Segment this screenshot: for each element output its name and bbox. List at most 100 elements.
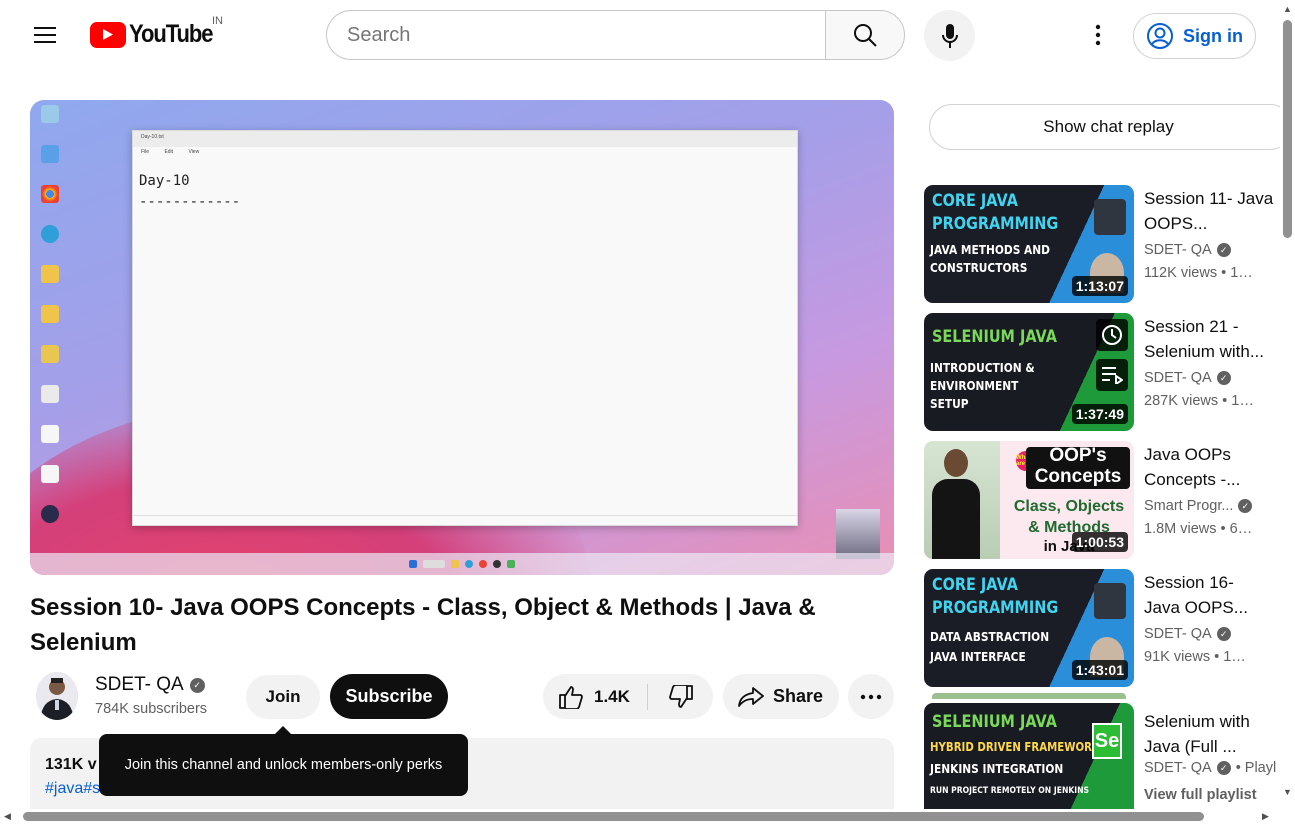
join-tooltip: Join this channel and unlock members-onl… xyxy=(99,734,468,796)
more-actions-button[interactable] xyxy=(848,674,894,719)
recycle-bin-icon xyxy=(41,105,59,123)
like-dislike-group: 1.4K xyxy=(543,674,713,719)
notepad-status-bar xyxy=(133,515,797,525)
folder-icon xyxy=(41,265,59,283)
share-button[interactable]: Share xyxy=(723,674,839,719)
recommendation-title[interactable]: Session 11- Java OOPS... xyxy=(1144,186,1274,236)
thumb-heading: CORE JAVA xyxy=(932,191,1018,211)
video-thumbnail[interactable]: What are OOP's Concepts Class, Objects &… xyxy=(924,441,1134,559)
recommendation-item[interactable]: What are OOP's Concepts Class, Objects &… xyxy=(924,441,1280,569)
recommendation-channel[interactable]: SDET- QA ✓ xyxy=(1144,626,1231,642)
duration-badge: 1:00:53 xyxy=(1071,532,1128,552)
thumb-subtitle: JAVA INTERFACE xyxy=(930,649,1026,664)
recommendation-item[interactable]: SELENIUM JAVA INTRODUCTION & ENVIRONMENT… xyxy=(924,313,1280,441)
view-full-playlist-link[interactable]: View full playlist xyxy=(1144,787,1257,803)
thumb-heading: CORE JAVA xyxy=(932,575,1018,595)
like-button[interactable]: 1.4K xyxy=(543,674,647,719)
playlist-stack xyxy=(932,693,1126,699)
youtube-play-icon xyxy=(90,21,126,48)
subscriber-count: 784K subscribers xyxy=(95,701,208,717)
recommendation-item[interactable]: CORE JAVA PROGRAMMING JAVA METHODS AND C… xyxy=(924,185,1280,313)
channel-avatar[interactable] xyxy=(36,672,78,720)
thumb-subtitle: CONSTRUCTORS xyxy=(930,260,1028,275)
vertical-scroll-thumb[interactable] xyxy=(1283,20,1292,238)
channel-label: SDET- QA xyxy=(1144,626,1212,642)
video-thumbnail[interactable]: CORE JAVA PROGRAMMING JAVA METHODS AND C… xyxy=(924,185,1134,303)
channel-label: SDET- QA xyxy=(1144,242,1212,258)
horizontal-scroll-thumb[interactable] xyxy=(23,812,1204,821)
scroll-left-arrow-icon[interactable]: ◀ xyxy=(4,811,11,822)
share-label: Share xyxy=(773,686,824,706)
thumb-subtitle: JENKINS INTEGRATION xyxy=(930,761,1064,776)
scroll-down-arrow-icon[interactable]: ▼ xyxy=(1283,787,1292,797)
channel-name-link[interactable]: SDET- QA ✓ xyxy=(95,674,205,696)
channel-label: SDET- QA xyxy=(1144,370,1212,386)
video-player[interactable]: Day-10.txt File Edit View Day-10 -------… xyxy=(30,100,894,575)
recommendation-meta: 112K views • 1… xyxy=(1144,265,1253,281)
account-icon xyxy=(1147,23,1173,49)
search-box xyxy=(326,10,826,60)
thumbs-down-icon xyxy=(668,684,693,708)
notepad-menu: File Edit View xyxy=(141,149,200,155)
masthead: YouTube IN Sign in xyxy=(0,0,1280,70)
duration-badge: 1:13:07 xyxy=(1071,276,1128,296)
recommendation-channel[interactable]: SDET- QA ✓ xyxy=(1144,370,1231,386)
desktop-icons xyxy=(35,105,65,545)
recommendation-channel[interactable]: SDET- QA ✓ • Playl xyxy=(1144,760,1276,776)
recommendation-item[interactable]: CORE JAVA PROGRAMMING DATA ABSTRACTION J… xyxy=(924,569,1280,697)
show-chat-replay-button[interactable]: Show chat replay xyxy=(929,104,1293,150)
country-code: IN xyxy=(212,15,223,27)
thumb-heading: OOP's xyxy=(1049,445,1107,466)
verified-badge-icon: ✓ xyxy=(1216,243,1231,257)
settings-more-button[interactable] xyxy=(1080,15,1116,55)
recommendation-channel[interactable]: Smart Progr... ✓ xyxy=(1144,498,1253,514)
thumb-heading: Concepts xyxy=(1034,466,1122,487)
recommendation-title[interactable]: Session 16- Java OOPS... xyxy=(1144,570,1274,620)
video-thumbnail[interactable]: SELENIUM JAVA HYBRID DRIVEN FRAMEWORK JE… xyxy=(924,703,1134,821)
java-logo-icon xyxy=(1094,583,1126,619)
app-icon xyxy=(493,560,501,568)
video-thumbnail[interactable]: CORE JAVA PROGRAMMING DATA ABSTRACTION J… xyxy=(924,569,1134,687)
guide-menu-button[interactable] xyxy=(22,13,68,57)
horizontal-dots-icon xyxy=(860,694,882,699)
this-pc-icon xyxy=(41,145,59,163)
document-icon xyxy=(41,425,59,443)
selenium-logo-icon: Se xyxy=(1092,723,1122,759)
thumb-heading: SELENIUM JAVA xyxy=(932,327,1057,347)
youtube-logo[interactable]: YouTube xyxy=(90,20,224,49)
folder-icon xyxy=(41,305,59,323)
recommendation-channel[interactable]: SDET- QA ✓ xyxy=(1144,242,1231,258)
edge-icon xyxy=(465,560,473,568)
dislike-button[interactable] xyxy=(648,674,713,719)
add-to-queue-icon[interactable] xyxy=(1096,359,1128,391)
subscribe-button[interactable]: Subscribe xyxy=(330,674,448,719)
app-icon xyxy=(41,505,59,523)
like-count: 1.4K xyxy=(594,686,630,706)
recommendation-title[interactable]: Session 21 - Selenium with... xyxy=(1144,314,1274,364)
thumb-subtitle: ENVIRONMENT xyxy=(930,378,1019,393)
video-thumbnail[interactable]: SELENIUM JAVA INTRODUCTION & ENVIRONMENT… xyxy=(924,313,1134,431)
scroll-up-arrow-icon[interactable]: ▲ xyxy=(1283,4,1292,14)
duration-badge: 1:37:49 xyxy=(1071,404,1128,424)
shortcut-icon xyxy=(41,385,59,403)
notepad-line: ------------ xyxy=(139,194,241,210)
vertical-scrollbar[interactable]: ▲ ▼ xyxy=(1280,0,1295,809)
chrome-icon xyxy=(479,560,487,568)
search-button[interactable] xyxy=(825,10,905,60)
thumb-subtitle: DATA ABSTRACTION xyxy=(930,629,1050,644)
scroll-right-arrow-icon[interactable]: ▶ xyxy=(1262,811,1269,822)
voice-search-button[interactable] xyxy=(924,10,975,61)
search-input[interactable] xyxy=(347,23,826,47)
horizontal-scrollbar[interactable]: ◀ ▶ xyxy=(0,809,1280,824)
folder-icon xyxy=(41,345,59,363)
thumb-subtitle: RUN PROJECT REMOTELY ON JENKINS xyxy=(930,786,1090,796)
watch-later-icon[interactable] xyxy=(1096,319,1128,351)
recommendation-title[interactable]: Java OOPs Concepts -... xyxy=(1144,442,1274,492)
os-taskbar xyxy=(30,553,894,575)
notepad-window: Day-10.txt File Edit View Day-10 -------… xyxy=(132,130,798,526)
recommendation-title[interactable]: Selenium with Java (Full ... xyxy=(1144,709,1274,759)
thumb-subtitle: JAVA METHODS AND xyxy=(930,242,1050,257)
sign-in-button[interactable]: Sign in xyxy=(1133,13,1256,59)
notepad-line: Day-10 xyxy=(139,173,190,189)
join-button[interactable]: Join xyxy=(246,675,320,719)
